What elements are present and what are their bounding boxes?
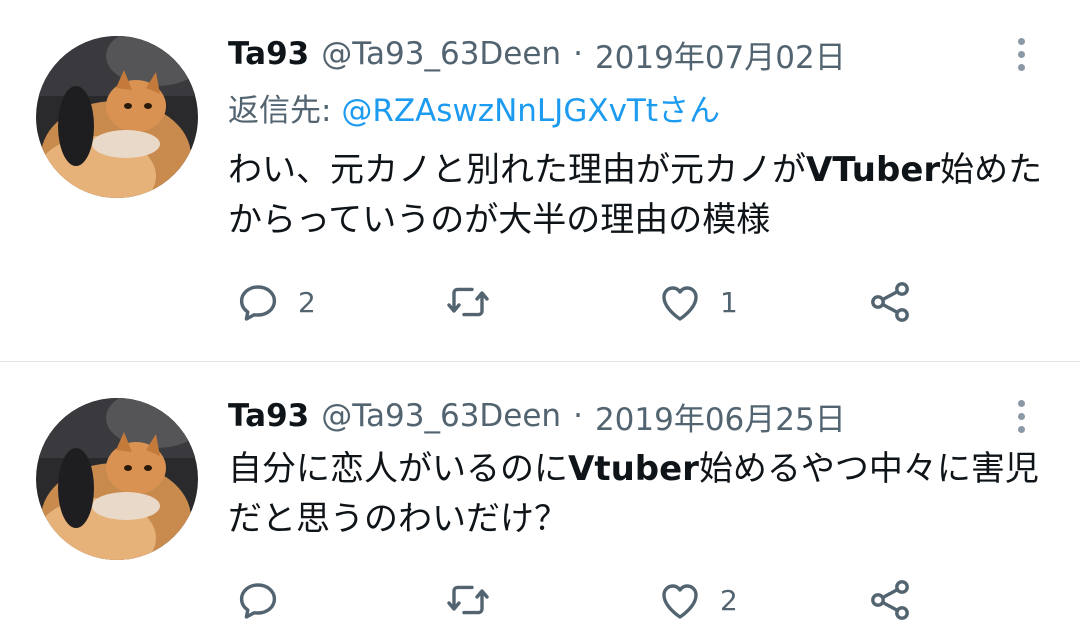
reply-to-line: 返信先: @RZAswzNnLJGXvTtさん bbox=[228, 85, 720, 130]
reply-icon bbox=[239, 583, 277, 619]
display-name[interactable]: Ta93 bbox=[228, 36, 309, 72]
tweet[interactable]: Ta93 @Ta93_63Deen · 2019年06月25日 自分に恋人がいる… bbox=[0, 362, 1080, 640]
tweet-text: わい、元カノと別れた理由が元カノがVTuber始めたからっていうのが大半の理由の… bbox=[228, 145, 1048, 245]
separator: · bbox=[573, 398, 583, 434]
more-icon[interactable] bbox=[1004, 32, 1038, 76]
like-button[interactable]: 2 bbox=[656, 570, 738, 630]
retweet-button[interactable] bbox=[444, 272, 508, 332]
reply-button[interactable] bbox=[234, 570, 298, 630]
share-icon bbox=[871, 282, 909, 322]
handle[interactable]: @Ta93_63Deen bbox=[321, 398, 561, 434]
tweet-header: Ta93 @Ta93_63Deen · 2019年06月25日 bbox=[228, 394, 846, 438]
share-icon bbox=[871, 580, 909, 620]
like-icon bbox=[662, 584, 698, 619]
tweet[interactable]: Ta93 @Ta93_63Deen · 2019年07月02日 返信先: @RZ… bbox=[0, 0, 1080, 362]
reply-to-mention[interactable]: @RZAswzNnLJGXvTtさん bbox=[341, 93, 720, 129]
like-count: 2 bbox=[720, 583, 738, 617]
share-button[interactable] bbox=[866, 570, 914, 630]
more-icon[interactable] bbox=[1004, 394, 1038, 438]
tweet-text-bold: Vtuber bbox=[568, 449, 699, 489]
reply-to-label: 返信先: bbox=[228, 93, 342, 129]
tweet-date[interactable]: 2019年07月02日 bbox=[595, 32, 846, 77]
reply-icon bbox=[239, 285, 277, 321]
like-button[interactable]: 1 bbox=[656, 272, 738, 332]
tweet-text: 自分に恋人がいるのにVtuber始めるやつ中々に害児だと思うのわいだけ？ bbox=[228, 444, 1048, 544]
retweet-icon bbox=[447, 585, 489, 615]
reply-count: 2 bbox=[298, 285, 316, 319]
like-count: 1 bbox=[720, 285, 738, 319]
display-name[interactable]: Ta93 bbox=[228, 398, 309, 434]
tweet-text-bold: VTuber bbox=[806, 150, 941, 190]
avatar[interactable] bbox=[36, 398, 198, 560]
tweet-date[interactable]: 2019年06月25日 bbox=[595, 394, 846, 439]
tweet-text-part: 自分に恋人がいるのに bbox=[228, 449, 568, 489]
handle[interactable]: @Ta93_63Deen bbox=[321, 36, 561, 72]
separator: · bbox=[573, 36, 583, 72]
retweet-icon bbox=[447, 287, 489, 317]
action-bar: 2 bbox=[0, 570, 1080, 630]
avatar[interactable] bbox=[36, 36, 198, 198]
retweet-button[interactable] bbox=[444, 570, 508, 630]
tweet-text-part: わい、元カノと別れた理由が元カノが bbox=[228, 150, 806, 190]
reply-button[interactable]: 2 bbox=[234, 272, 316, 332]
share-button[interactable] bbox=[866, 272, 914, 332]
avatar-image bbox=[36, 398, 198, 560]
action-bar: 2 1 bbox=[0, 272, 1080, 332]
like-icon bbox=[662, 286, 698, 321]
tweet-header: Ta93 @Ta93_63Deen · 2019年07月02日 bbox=[228, 32, 846, 76]
avatar-image bbox=[36, 36, 198, 198]
